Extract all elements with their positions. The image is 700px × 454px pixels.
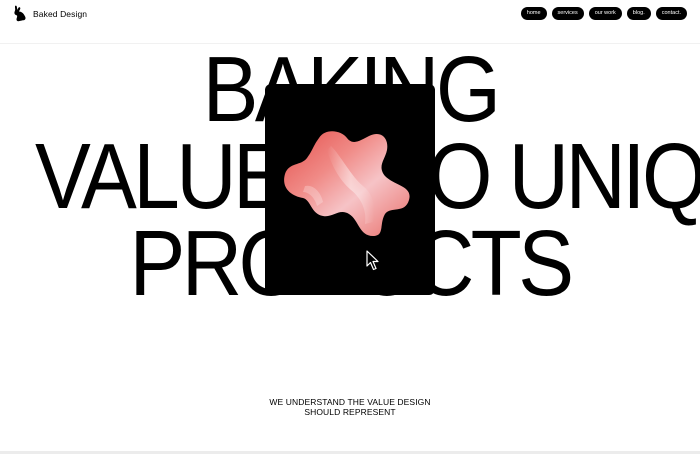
main-nav: home services our work blog. contact.: [520, 7, 687, 20]
pink-blob-image: [284, 131, 410, 236]
nav-blog-button[interactable]: blog.: [626, 7, 651, 20]
site-header: Baked Design home services our work blog…: [0, 0, 700, 28]
page: Baked Design home services our work blog…: [0, 0, 700, 454]
hover-preview-card[interactable]: [265, 84, 435, 295]
brand-name: Baked Design: [33, 8, 88, 19]
rabbit-icon: [14, 5, 26, 22]
tagline-line-2: SHOULD REPRESENT: [304, 407, 396, 417]
mouse-pointer-icon: [366, 250, 379, 271]
nav-home-button[interactable]: home: [520, 7, 547, 20]
nav-services-button[interactable]: services: [551, 7, 584, 20]
nav-contact-button[interactable]: contact.: [655, 7, 687, 20]
tagline: WE UNDERSTAND THE VALUE DESIGN SHOULD RE…: [0, 397, 700, 417]
tagline-line-1: WE UNDERSTAND THE VALUE DESIGN: [269, 397, 431, 407]
nav-our-work-button[interactable]: our work: [588, 7, 622, 20]
brand-logo-link[interactable]: Baked Design: [12, 5, 87, 22]
